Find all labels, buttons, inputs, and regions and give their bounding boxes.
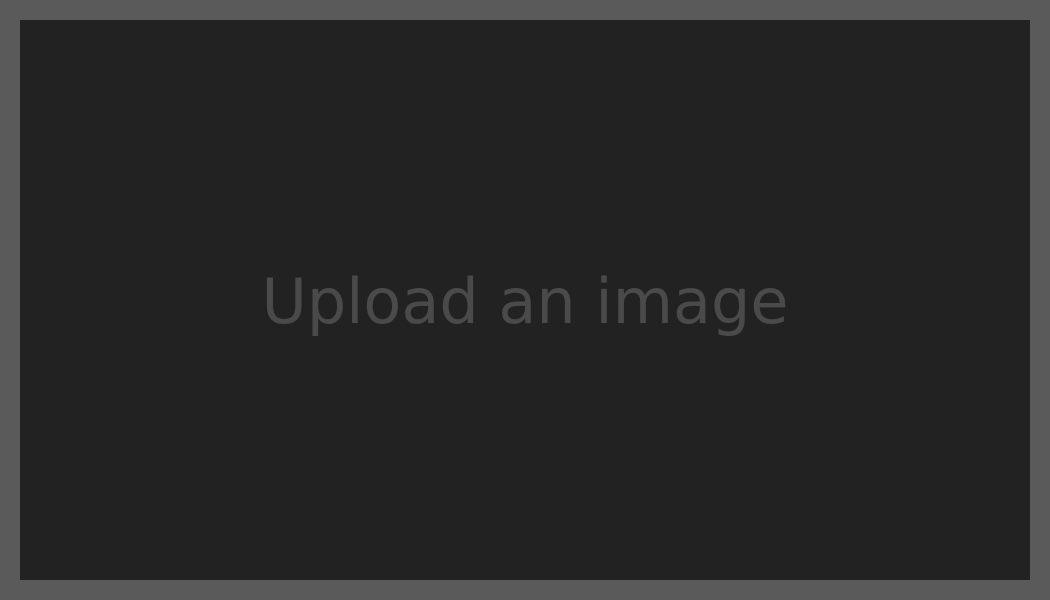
upload-prompt-text: Upload an image	[261, 265, 789, 338]
image-upload-dropzone[interactable]: Upload an image	[20, 20, 1030, 580]
